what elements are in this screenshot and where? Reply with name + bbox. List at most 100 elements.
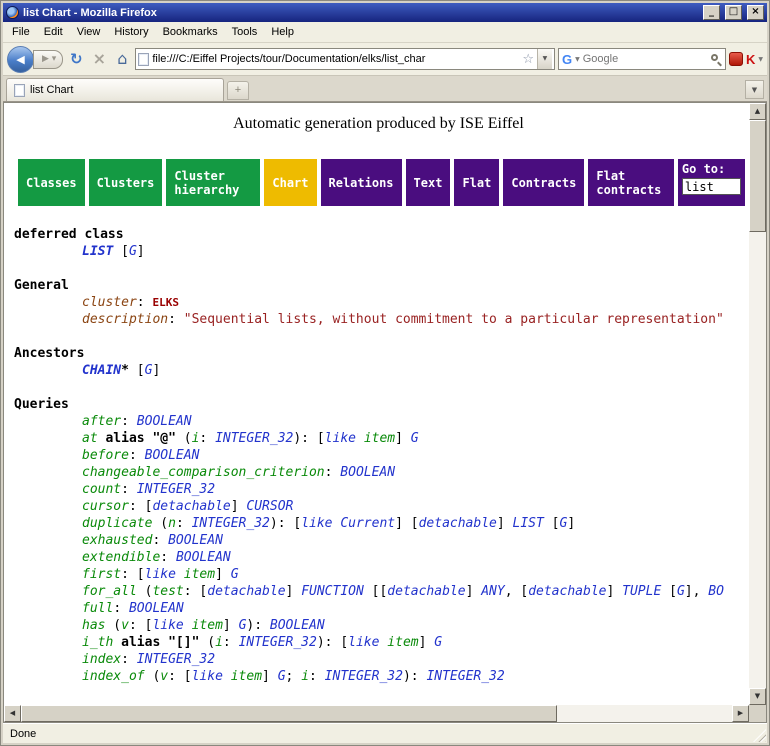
tab-strip: list Chart + ▼	[3, 76, 767, 102]
keyword: *	[121, 363, 129, 378]
forward-button[interactable]: ▶ ▾	[33, 50, 63, 69]
menu-help[interactable]: Help	[264, 23, 301, 41]
type-link[interactable]: INTEGER_32	[215, 431, 293, 446]
type-link[interactable]: detachable	[419, 516, 497, 531]
type-link[interactable]: G	[411, 431, 419, 446]
type-link[interactable]: TUPLE	[622, 584, 661, 599]
resize-grip[interactable]	[753, 729, 766, 742]
type-link[interactable]: like	[348, 635, 387, 650]
code-text: :	[152, 533, 168, 548]
type-link[interactable]: FUNCTION	[301, 584, 364, 599]
scroll-down-button[interactable]: ▼	[749, 688, 766, 705]
type-link[interactable]: BOOLEAN	[137, 414, 192, 429]
type-link[interactable]: BOOLEAN	[176, 550, 231, 565]
type-link[interactable]: G	[434, 635, 442, 650]
type-link[interactable]: G	[129, 244, 137, 259]
bookmark-star-icon[interactable]: ☆	[522, 52, 534, 67]
type-link[interactable]: INTEGER_32	[426, 669, 504, 684]
type-link[interactable]: like Current	[301, 516, 395, 531]
refresh-button[interactable]: ↻	[66, 49, 86, 69]
toolbar-overflow-icon[interactable]: ▼	[758, 56, 763, 63]
page-title: Automatic generation produced by ISE Eif…	[12, 115, 745, 133]
list-all-tabs-button[interactable]: ▼	[745, 80, 764, 99]
type-link[interactable]: INTEGER_32	[325, 669, 403, 684]
nav-button-cluster-hierarchy[interactable]: Cluster hierarchy	[166, 159, 260, 206]
type-link[interactable]: BOOLEAN	[168, 533, 223, 548]
horizontal-scrollbar-track[interactable]	[557, 705, 732, 722]
menu-history[interactable]: History	[107, 23, 155, 41]
address-bar[interactable]: ☆ ▼	[135, 48, 555, 70]
cluster-link[interactable]: ELKS	[152, 296, 179, 309]
scroll-up-button[interactable]: ▲	[749, 103, 766, 120]
vertical-scrollbar[interactable]: ▲ ▼	[749, 103, 766, 705]
url-dropdown-button[interactable]: ▼	[537, 49, 552, 69]
home-button[interactable]: ⌂	[112, 49, 132, 69]
search-icon[interactable]	[711, 54, 722, 65]
type-link[interactable]: detachable	[152, 499, 230, 514]
minimize-button[interactable]: _	[703, 5, 720, 20]
menu-view[interactable]: View	[70, 23, 108, 41]
nav-button-flat[interactable]: Flat	[454, 159, 499, 206]
type-link[interactable]: CURSOR	[246, 499, 293, 514]
scroll-right-button[interactable]: ▶	[732, 705, 749, 722]
nav-button-contracts[interactable]: Contracts	[503, 159, 584, 206]
stop-button[interactable]: ×	[89, 49, 109, 69]
vertical-scrollbar-thumb[interactable]	[749, 120, 766, 232]
scroll-left-button[interactable]: ◀	[4, 705, 21, 722]
nav-button-flat-contracts[interactable]: Flat contracts	[588, 159, 674, 206]
extension-k-icon[interactable]: K	[746, 52, 755, 67]
goto-input[interactable]	[682, 178, 741, 195]
type-link[interactable]: G	[231, 567, 239, 582]
menu-tools[interactable]: Tools	[225, 23, 265, 41]
type-link[interactable]: BOOLEAN	[145, 448, 200, 463]
back-button[interactable]: ◀	[7, 46, 34, 73]
type-link[interactable]: INTEGER_32	[137, 652, 215, 667]
class-link[interactable]: CHAIN	[82, 363, 121, 378]
nav-button-clusters[interactable]: Clusters	[89, 159, 163, 206]
type-link[interactable]: BO	[708, 584, 724, 599]
type-link[interactable]: detachable	[387, 584, 465, 599]
search-engine-dropdown-icon[interactable]: ▼	[575, 56, 580, 63]
type-link[interactable]: BOOLEAN	[340, 465, 395, 480]
type-link[interactable]: INTEGER_32	[239, 635, 317, 650]
type-link[interactable]: ANY	[481, 584, 504, 599]
search-bar[interactable]: G ▼	[558, 48, 726, 70]
type-link[interactable]: like	[152, 618, 191, 633]
tab-list-chart[interactable]: list Chart	[6, 78, 224, 101]
url-input[interactable]	[152, 53, 519, 65]
type-link[interactable]: like	[192, 669, 231, 684]
feature-name: i	[301, 669, 309, 684]
type-link[interactable]: BOOLEAN	[270, 618, 325, 633]
type-link[interactable]: detachable	[207, 584, 285, 599]
code-text: :	[129, 448, 145, 463]
type-link[interactable]: INTEGER_32	[137, 482, 215, 497]
nav-button-relations[interactable]: Relations	[321, 159, 402, 206]
close-button[interactable]: ×	[747, 5, 764, 20]
google-engine-icon[interactable]: G	[562, 52, 572, 67]
new-tab-button[interactable]: +	[227, 81, 249, 100]
type-link[interactable]: G	[677, 584, 685, 599]
type-link[interactable]: detachable	[528, 584, 606, 599]
extension-icon[interactable]	[729, 52, 743, 66]
feature-name: after	[82, 414, 121, 429]
type-link[interactable]: INTEGER_32	[192, 516, 270, 531]
menu-edit[interactable]: Edit	[37, 23, 70, 41]
nav-button-classes[interactable]: Classes	[18, 159, 85, 206]
type-link[interactable]: BOOLEAN	[129, 601, 184, 616]
menu-file[interactable]: File	[5, 23, 37, 41]
menu-bookmarks[interactable]: Bookmarks	[156, 23, 225, 41]
class-link[interactable]: LIST	[82, 244, 113, 259]
search-input[interactable]	[583, 53, 708, 65]
nav-button-text[interactable]: Text	[406, 159, 451, 206]
code-text: [	[544, 516, 560, 531]
title-bar[interactable]: list Chart - Mozilla Firefox _ □ ×	[3, 3, 767, 22]
maximize-button[interactable]: □	[725, 5, 742, 20]
type-link[interactable]: like	[325, 431, 364, 446]
type-link[interactable]: G	[278, 669, 286, 684]
nav-button-chart[interactable]: Chart	[264, 159, 316, 206]
type-link[interactable]: LIST	[513, 516, 544, 531]
horizontal-scrollbar-thumb[interactable]	[21, 705, 557, 722]
horizontal-scrollbar[interactable]: ◀ ▶	[4, 705, 749, 722]
type-link[interactable]: like	[145, 567, 184, 582]
nav-button-go-to[interactable]: Go to:	[678, 159, 745, 206]
